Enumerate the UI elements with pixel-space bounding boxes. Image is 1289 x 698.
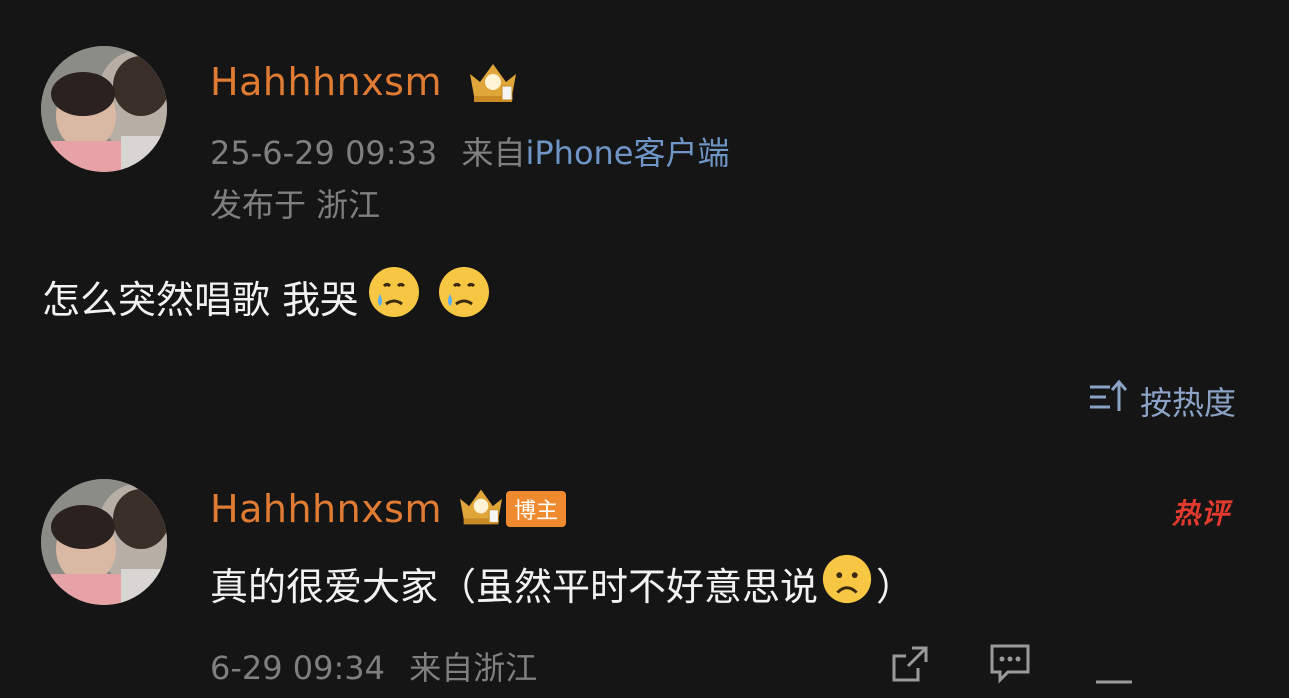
comment-header: Hahhhnxsm 博主 bbox=[210, 486, 567, 532]
frowning-face-emoji bbox=[820, 552, 874, 615]
comment-text: 真的很爱大家（虽然平时不好意思说 bbox=[210, 565, 819, 609]
post-time: 25-6-29 09:33 bbox=[210, 134, 438, 172]
comment-username[interactable]: Hahhhnxsm bbox=[210, 487, 442, 531]
crying-face-emoji bbox=[366, 264, 422, 329]
post-source-prefix: 来自 bbox=[461, 134, 526, 172]
comment-text-end: ） bbox=[876, 565, 915, 609]
comment-time: 6-29 09:34 bbox=[210, 649, 386, 687]
post-meta: 25-6-29 09:33 来自iPhone客户端 bbox=[210, 128, 730, 174]
post-text: 怎么突然唱歌 我哭 bbox=[42, 278, 359, 322]
comment-source: 来自浙江 bbox=[409, 649, 538, 687]
crown-badge-icon bbox=[456, 486, 506, 532]
comment-meta: 6-29 09:34 来自浙江 bbox=[210, 643, 537, 689]
crown-badge-icon bbox=[466, 60, 520, 110]
sort-icon bbox=[1088, 379, 1128, 423]
like-icon[interactable] bbox=[1092, 642, 1136, 686]
avatar-photo bbox=[41, 479, 167, 605]
hot-comment-tag: 热评 bbox=[1172, 497, 1231, 530]
post-source-link[interactable]: iPhone客户端 bbox=[525, 134, 729, 172]
comment-avatar[interactable] bbox=[41, 479, 167, 605]
comment-icon[interactable] bbox=[988, 640, 1032, 684]
sort-label: 按热度 bbox=[1140, 384, 1237, 422]
post-location: 发布于 浙江 bbox=[210, 186, 381, 224]
share-icon[interactable] bbox=[888, 642, 932, 686]
sort-toggle[interactable]: 按热度 bbox=[1088, 378, 1236, 424]
comment-content: 真的很爱大家（虽然平时不好意思说 ） bbox=[210, 552, 914, 615]
host-badge: 博主 bbox=[506, 491, 567, 527]
post-avatar[interactable] bbox=[41, 46, 167, 172]
avatar-photo bbox=[41, 46, 167, 172]
post-content: 怎么突然唱歌 我哭 bbox=[42, 264, 492, 329]
crying-face-emoji bbox=[436, 264, 492, 329]
post-username[interactable]: Hahhhnxsm bbox=[210, 60, 442, 104]
